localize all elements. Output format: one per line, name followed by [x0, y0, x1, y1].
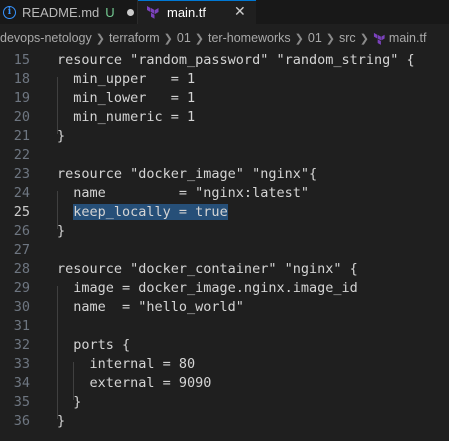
line-number: 19 [13, 90, 30, 106]
line-number: 24 [13, 185, 30, 201]
code-text[interactable]: external = 9090 [57, 374, 212, 393]
code-text[interactable]: min_upper = 1 [57, 70, 195, 89]
code-line[interactable]: 36} [0, 412, 449, 431]
chevron-right-icon: ❯ [194, 32, 204, 45]
line-number: 26 [13, 223, 30, 239]
code-line[interactable]: 22 [0, 146, 449, 165]
line-number: 22 [13, 147, 30, 163]
chevron-right-icon: ❯ [325, 32, 336, 45]
unsaved-dot-icon[interactable] [126, 8, 134, 16]
chevron-right-icon: ❯ [359, 32, 369, 45]
untracked-badge: U [105, 4, 115, 20]
breadcrumb-item[interactable]: src [339, 31, 356, 45]
tab-bar: i README.md U main.tf ✕ [0, 0, 449, 24]
line-number: 21 [13, 128, 30, 144]
code-text[interactable]: } [57, 412, 65, 431]
breadcrumb-item[interactable]: 01 [177, 31, 191, 45]
code-line[interactable]: 28 resource "docker_container" "nginx" { [0, 260, 449, 279]
code-text[interactable]: } [57, 127, 65, 146]
chevron-right-icon: ❯ [95, 32, 105, 45]
code-text[interactable]: ports { [57, 336, 130, 355]
code-text[interactable]: keep_locally = true [57, 203, 228, 222]
code-line[interactable]: 29 image = docker_image.nginx.image_id [0, 279, 449, 298]
line-number: 15 [13, 52, 30, 68]
line-number: 30 [13, 299, 30, 315]
code-text[interactable]: min_numeric = 1 [57, 108, 195, 127]
breadcrumb-item[interactable]: devops-netology [0, 31, 92, 45]
chevron-right-icon: ❯ [163, 32, 173, 45]
code-text[interactable]: name = "hello_world" [57, 298, 244, 317]
close-icon[interactable]: ✕ [234, 4, 246, 20]
code-line[interactable]: 23 resource "docker_image" "nginx"{ [0, 165, 449, 184]
code-text[interactable]: internal = 80 [57, 355, 196, 374]
line-number: 20 [13, 109, 30, 125]
breadcrumb-item[interactable]: main.tf [389, 31, 427, 45]
code-line[interactable]: 19 min_lower = 1 [0, 89, 449, 108]
info-icon: i [3, 5, 16, 19]
line-number: 35 [13, 394, 30, 410]
line-number: 27 [13, 242, 30, 258]
line-number: 25 [13, 204, 30, 220]
chevron-right-icon: ❯ [294, 32, 304, 45]
terraform-icon [147, 6, 159, 19]
line-number: 18 [13, 71, 30, 87]
code-line[interactable]: 34 external = 9090 [0, 374, 449, 393]
tab-label: README.md [22, 4, 100, 20]
code-line[interactable]: 26} [0, 222, 449, 241]
line-number: 31 [13, 318, 30, 334]
code-text[interactable]: min_lower = 1 [57, 89, 195, 108]
breadcrumb-item[interactable]: terraform [109, 31, 160, 45]
code-line[interactable]: 15 resource "random_password" "random_str… [0, 51, 449, 70]
code-line[interactable]: 25 keep_locally = true [0, 203, 449, 222]
line-number: 34 [13, 375, 30, 391]
text-selection[interactable]: keep_locally = true [73, 204, 228, 220]
code-line[interactable]: 30 name = "hello_world" [0, 298, 449, 317]
code-text[interactable]: resource "random_password" "random_strin… [57, 51, 415, 70]
code-editor[interactable]: 15 resource "random_password" "random_str… [0, 48, 449, 441]
code-text[interactable]: resource "docker_container" "nginx" { [57, 260, 358, 279]
code-line[interactable]: 21} [0, 127, 449, 146]
code-text[interactable]: image = docker_image.nginx.image_id [57, 279, 357, 298]
code-line[interactable]: 24 name = "nginx:latest" [0, 184, 449, 203]
code-line[interactable]: 27 [0, 241, 449, 260]
code-text[interactable]: name = "nginx:latest" [57, 184, 309, 203]
line-number: 28 [13, 261, 30, 277]
tab-label: main.tf [167, 4, 207, 20]
breadcrumb-item[interactable]: ter-homeworks [208, 31, 291, 45]
code-text[interactable]: } [57, 393, 81, 412]
line-number: 33 [13, 356, 30, 372]
code-line[interactable]: 20 min_numeric = 1 [0, 108, 449, 127]
line-number: 29 [13, 280, 30, 296]
code-text[interactable]: resource "docker_image" "nginx"{ [57, 165, 317, 184]
line-number: 32 [13, 337, 30, 353]
code-line[interactable]: 18 min_upper = 1 [0, 70, 449, 89]
tab-readme[interactable]: i README.md U [0, 0, 138, 24]
line-number: 36 [13, 413, 30, 429]
code-line[interactable]: 31 [0, 317, 449, 336]
tab-main-tf[interactable]: main.tf ✕ [138, 0, 256, 24]
breadcrumb-item[interactable]: 01 [308, 31, 322, 45]
breadcrumb: devops-netology ❯ terraform ❯ 01 ❯ ter-h… [0, 28, 449, 48]
code-text[interactable]: } [57, 222, 65, 241]
code-line[interactable]: 35 } [0, 393, 449, 412]
code-line[interactable]: 32 ports { [0, 336, 449, 355]
line-number: 23 [13, 166, 30, 182]
code-line[interactable]: 33 internal = 80 [0, 355, 449, 374]
terraform-icon [373, 32, 385, 45]
